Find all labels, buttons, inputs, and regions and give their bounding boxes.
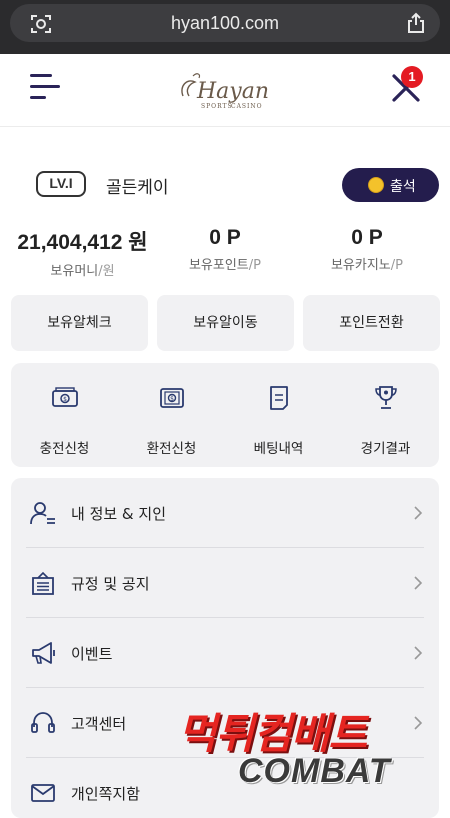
balance-check-button[interactable]: 보유알체크	[11, 295, 148, 351]
stat-money: 21,404,412 원 보유머니/원	[10, 226, 155, 279]
watermark-english: COMBAT	[238, 752, 391, 790]
menu-item-label: 규정 및 공지	[71, 575, 150, 593]
menu-item-label: 내 정보 & 지인	[71, 505, 167, 523]
url-field[interactable]: hyan100.com	[10, 4, 440, 42]
menu-line	[30, 85, 60, 88]
money-label-text: 보유머니	[50, 264, 99, 279]
menu-item-label: 개인쪽지함	[71, 785, 141, 803]
menu-item-events[interactable]: 이벤트	[11, 618, 439, 688]
points-unit: /P	[248, 258, 262, 273]
money-value: 21,404,412 원	[17, 231, 148, 254]
trophy-icon	[374, 386, 397, 409]
combat-watermark: 먹튀컴배트 COMBAT	[178, 700, 440, 800]
notification-badge: 1	[401, 66, 423, 88]
svg-text:$: $	[170, 396, 174, 403]
casino-unit: /P	[390, 258, 404, 273]
notice-board-icon	[32, 571, 54, 595]
casino-label: 보유카지노/P	[307, 254, 427, 273]
user-icon	[30, 502, 55, 525]
chevron-right-icon	[414, 506, 423, 520]
hayan-logo[interactable]: Hayan SPORTS CASINO	[175, 66, 275, 114]
money-unit: /원	[98, 264, 115, 279]
quick-deposit[interactable]: $ 충전신청	[11, 377, 118, 457]
menu-item-rules-notice[interactable]: 규정 및 공지	[11, 548, 439, 618]
site-header: Hayan SPORTS CASINO	[0, 54, 450, 127]
menu-line	[30, 74, 52, 77]
menu-item-my-info[interactable]: 내 정보 & 지인	[11, 478, 439, 548]
chevron-right-icon	[414, 576, 423, 590]
quick-match-results[interactable]: 경기결과	[332, 377, 439, 457]
quick-withdraw-label: 환전신청	[146, 441, 197, 457]
url-text: hyan100.com	[170, 13, 280, 33]
menu-line	[30, 96, 46, 99]
browser-address-bar: hyan100.com	[0, 0, 450, 54]
svg-text:SPORTS: SPORTS	[201, 103, 233, 110]
quick-withdraw[interactable]: $ 환전신청	[118, 377, 225, 457]
coin-icon	[368, 177, 384, 193]
attendance-label: 출석	[390, 179, 416, 195]
quick-match-results-label: 경기결과	[360, 441, 411, 457]
svg-text:$: $	[63, 396, 67, 403]
quick-menu: $ 충전신청 $ 환전신청 베팅내역 경기결과	[11, 363, 439, 467]
level-badge: LV.I	[36, 171, 86, 197]
svg-text:CASINO: CASINO	[231, 103, 263, 110]
mail-icon	[31, 784, 55, 802]
points-label: 보유포인트/P	[165, 254, 285, 273]
point-convert-button[interactable]: 포인트전환	[303, 295, 440, 351]
hamburger-menu-button[interactable]	[30, 72, 62, 106]
svg-text:Hayan: Hayan	[196, 79, 269, 104]
menu-item-label: 고객센터	[71, 715, 127, 733]
balance-transfer-button[interactable]: 보유알이동	[157, 295, 294, 351]
casino-label-text: 보유카지노	[330, 258, 391, 273]
money-label: 보유머니/원	[10, 260, 155, 279]
username: 골든케이	[106, 178, 169, 198]
stat-points: 0 P 보유포인트/P	[165, 226, 285, 273]
points-label-text: 보유포인트	[188, 258, 249, 273]
betting-history-icon	[269, 386, 288, 410]
casino-value: 0 P	[351, 226, 383, 249]
headset-icon	[31, 712, 55, 733]
withdraw-icon: $	[159, 388, 184, 408]
menu-item-label: 이벤트	[71, 645, 113, 663]
points-value: 0 P	[209, 226, 241, 249]
attendance-button[interactable]: 출석	[342, 168, 439, 202]
stat-casino: 0 P 보유카지노/P	[307, 226, 427, 273]
quick-betting-history[interactable]: 베팅내역	[225, 377, 332, 457]
share-icon[interactable]	[406, 12, 426, 34]
quick-deposit-label: 충전신청	[39, 441, 90, 457]
megaphone-icon	[32, 642, 55, 664]
quick-betting-history-label: 베팅내역	[253, 441, 304, 457]
deposit-icon: $	[51, 387, 78, 407]
chevron-right-icon	[414, 646, 423, 660]
